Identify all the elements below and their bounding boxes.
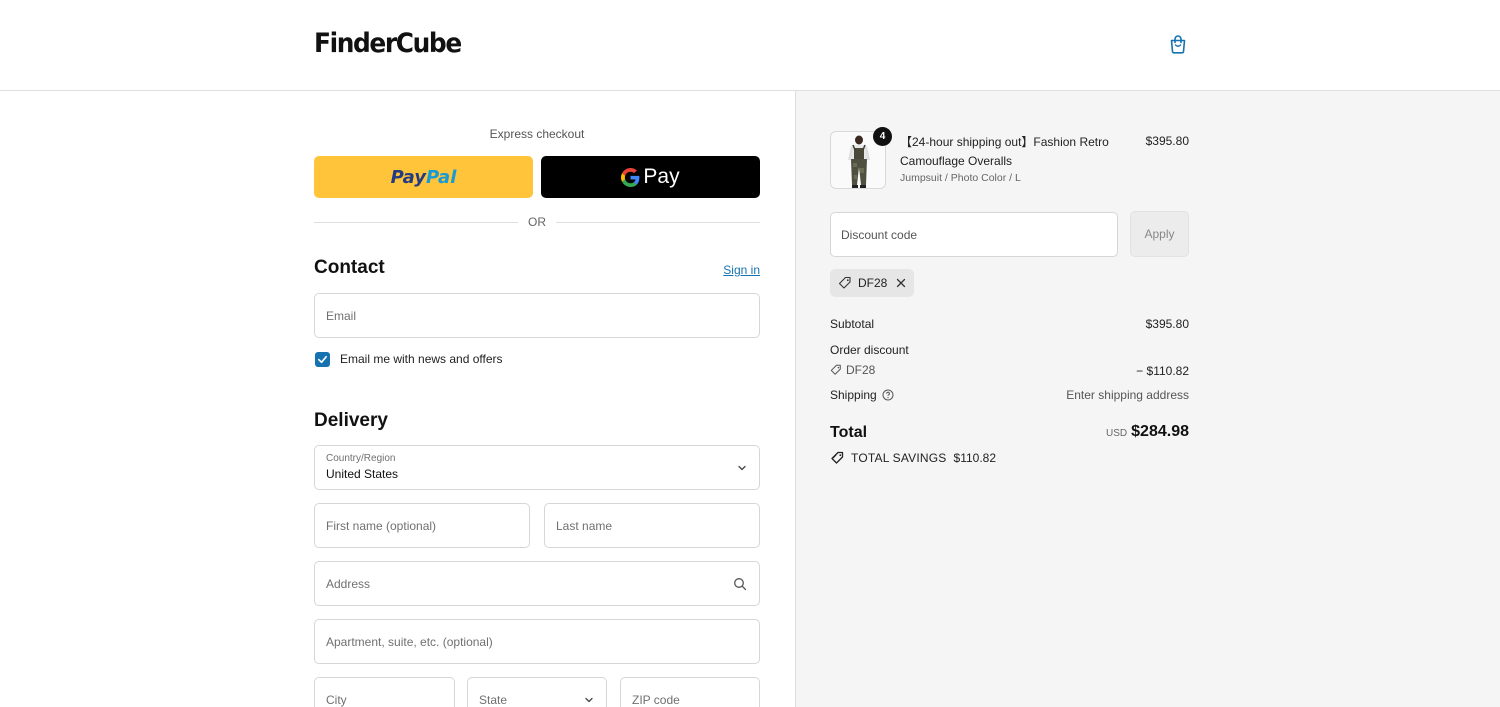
apartment-input[interactable]	[326, 620, 759, 663]
email-input[interactable]	[326, 294, 759, 337]
remove-discount-icon[interactable]	[896, 278, 906, 288]
zip-field[interactable]	[620, 677, 760, 707]
country-select[interactable]: Country/Region United States	[314, 445, 760, 490]
city-field[interactable]	[314, 677, 455, 707]
tag-icon	[831, 451, 844, 464]
or-label: OR	[518, 215, 556, 229]
email-field[interactable]	[314, 293, 760, 338]
shipping-row: Shipping	[830, 388, 894, 402]
paypal-logo: PayPal	[390, 166, 457, 188]
apartment-field[interactable]	[314, 619, 760, 664]
applied-discount-chip: DF28	[830, 269, 914, 297]
discount-code-row: DF28	[830, 363, 875, 377]
google-g-icon	[621, 167, 640, 187]
delivery-title: Delivery	[314, 410, 388, 431]
country-label: Country/Region	[326, 453, 396, 464]
product-name: 【24-hour shipping out】Fashion Retro Camo…	[900, 135, 1109, 168]
header: FinderCube	[0, 0, 1500, 91]
tag-icon	[838, 276, 851, 289]
total-label: Total	[830, 424, 868, 441]
product-variant: Jumpsuit / Photo Color / L	[900, 172, 1021, 184]
chevron-down-icon	[738, 465, 746, 470]
google-pay-label: Pay	[643, 165, 680, 188]
first-name-field[interactable]	[314, 503, 530, 548]
discount-code-input[interactable]	[841, 227, 1117, 242]
state-select[interactable]: State	[467, 677, 607, 707]
help-icon[interactable]	[882, 389, 894, 401]
savings-value: $110.82	[953, 451, 997, 465]
savings-label: TOTAL SAVINGS	[851, 451, 947, 465]
currency-label: USD	[1106, 428, 1128, 439]
country-value: United States	[326, 467, 399, 481]
paypal-button[interactable]: PayPal	[314, 156, 533, 198]
city-input[interactable]	[326, 678, 454, 707]
shipping-value: Enter shipping address	[1066, 388, 1189, 402]
newsletter-label: Email me with news and offers	[340, 352, 503, 366]
chevron-down-icon	[585, 697, 593, 703]
order-discount-label: Order discount	[830, 343, 909, 357]
address-field[interactable]	[314, 561, 760, 606]
product-price: $395.80	[1145, 134, 1189, 148]
contact-title: Contact	[314, 257, 385, 278]
apply-discount-button[interactable]: Apply	[1130, 211, 1189, 257]
last-name-input[interactable]	[556, 504, 759, 547]
express-checkout-label: Express checkout	[489, 127, 585, 141]
google-pay-button[interactable]: Pay	[541, 156, 760, 198]
sign-in-link[interactable]: Sign in	[700, 263, 760, 277]
address-input[interactable]	[326, 562, 759, 605]
last-name-field[interactable]	[544, 503, 760, 548]
shipping-label: Shipping	[830, 388, 877, 402]
state-placeholder: State	[479, 692, 508, 707]
subtotal-label: Subtotal	[830, 317, 875, 331]
tag-icon	[830, 364, 841, 375]
store-logo[interactable]: FinderCube	[314, 28, 462, 59]
zip-input[interactable]	[632, 678, 759, 707]
search-icon	[734, 577, 747, 590]
discount-code-label: DF28	[846, 363, 876, 377]
check-icon	[318, 355, 327, 364]
total-value-row: USD $284.98	[989, 423, 1189, 441]
total-amount: $284.98	[1131, 423, 1189, 440]
first-name-input[interactable]	[326, 504, 529, 547]
discount-code-field[interactable]	[830, 212, 1118, 257]
discount-value: − $110.82	[1136, 364, 1189, 378]
total-savings-row: TOTAL SAVINGS $110.82	[830, 451, 996, 465]
shopping-bag-icon[interactable]	[1167, 33, 1189, 55]
newsletter-checkbox[interactable]	[315, 352, 330, 367]
applied-code-label: DF28	[858, 276, 888, 290]
quantity-badge: 4	[873, 127, 892, 146]
subtotal-value: $395.80	[1145, 317, 1189, 331]
